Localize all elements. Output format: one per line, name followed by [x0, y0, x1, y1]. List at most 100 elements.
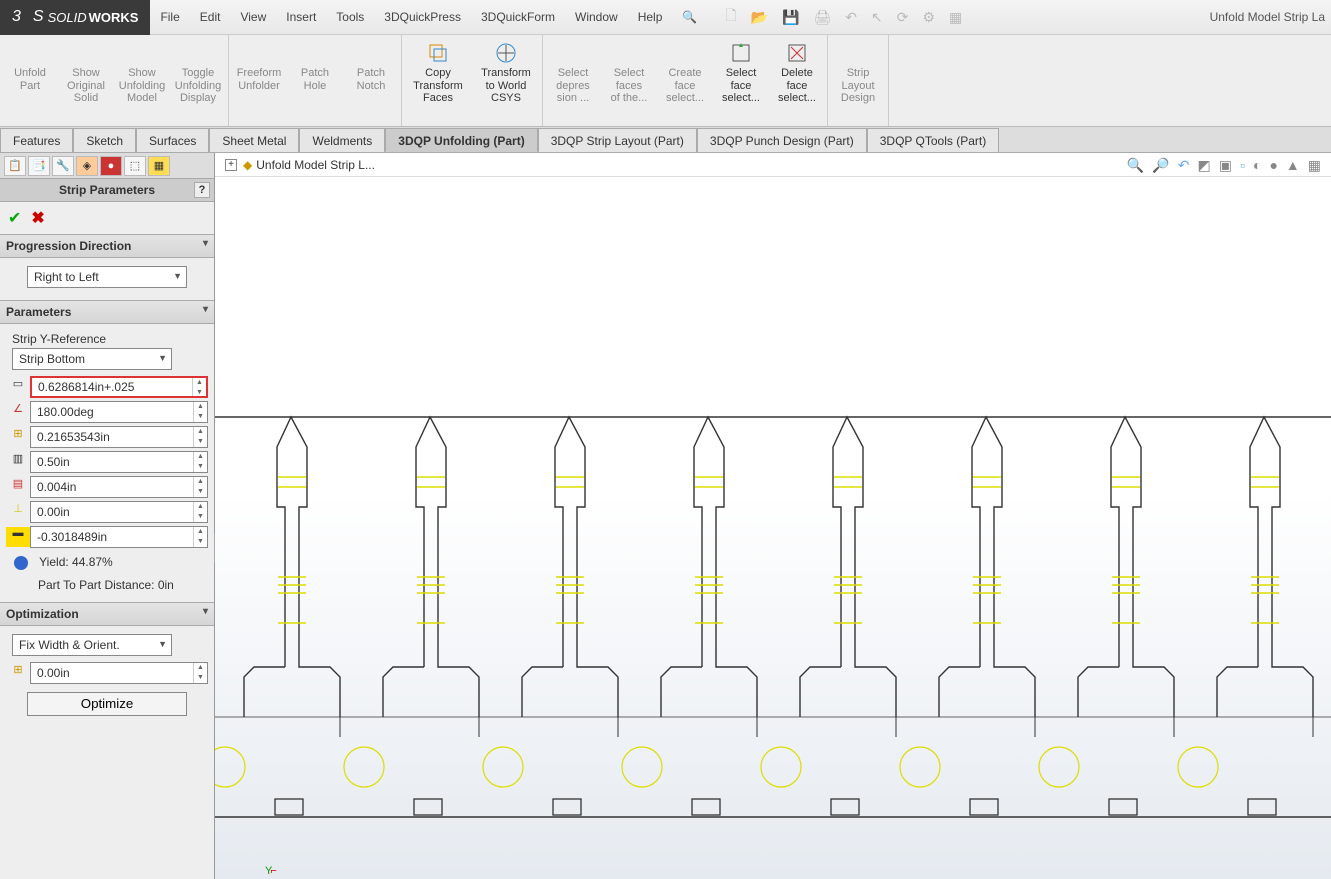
section-progression[interactable]: Progression Direction▾	[0, 234, 214, 258]
yref-combo[interactable]: Strip Bottom▼	[12, 348, 172, 370]
menu-help[interactable]: Help	[628, 0, 673, 35]
save-icon[interactable]: 💾	[782, 9, 799, 26]
rb-patch-hole[interactable]: PatchHole	[287, 37, 343, 124]
options-icon[interactable]: ⚙	[922, 9, 935, 26]
tab-3dqp-qtools[interactable]: 3DQP QTools (Part)	[867, 128, 999, 152]
rb-transform-world[interactable]: Transformto WorldCSYS	[472, 37, 540, 124]
pm-tab-feature-icon[interactable]: 📋	[4, 156, 26, 176]
ptp-label: Part To Part Distance: 0in	[6, 574, 208, 596]
param-input-1[interactable]: 180.00deg▲▼	[30, 401, 208, 423]
new-icon[interactable]: 🗋	[725, 5, 736, 29]
print-icon[interactable]: 🖨	[813, 9, 831, 26]
strip-drawing	[215, 177, 1331, 879]
zoom-area-icon[interactable]: 🔎	[1152, 157, 1169, 174]
select-icon[interactable]: ↖	[871, 9, 883, 26]
pm-tab-dim-icon[interactable]: ◈	[76, 156, 98, 176]
viewport[interactable]: + ◆ Unfold Model Strip L... 🔍 🔎 ↶ ◩ ▣ ▫ …	[215, 153, 1331, 879]
progression-direction-combo[interactable]: Right to Left▼	[27, 266, 187, 288]
tab-3dqp-unfolding[interactable]: 3DQP Unfolding (Part)	[385, 128, 537, 152]
width-icon: ⊞	[6, 427, 30, 447]
undo-icon[interactable]: ↶	[845, 9, 857, 26]
help-icon[interactable]: ?	[194, 182, 210, 198]
menu-search-icon[interactable]: 🔍	[672, 0, 707, 35]
menu-3dquickform[interactable]: 3DQuickForm	[471, 0, 565, 35]
cancel-button[interactable]: ✖	[31, 208, 44, 228]
app-logo: 3⃣S SOLIDWORKS	[0, 0, 150, 35]
strip-width-icon: ▥	[6, 452, 30, 472]
menu-insert[interactable]: Insert	[276, 0, 326, 35]
offset-icon: ▬	[6, 527, 30, 547]
menu-tools[interactable]: Tools	[326, 0, 374, 35]
param-input-5[interactable]: 0.00in▲▼	[30, 501, 208, 523]
rb-show-unfolding[interactable]: ShowUnfoldingModel	[114, 37, 170, 124]
optimize-button[interactable]: Optimize	[27, 692, 187, 716]
rb-copy-transform[interactable]: CopyTransformFaces	[404, 37, 472, 124]
hide-show-icon[interactable]: ◐	[1253, 157, 1261, 174]
menu-file[interactable]: File	[150, 0, 189, 35]
yield-label: Yield: 44.87%	[6, 551, 208, 574]
section-optimization[interactable]: Optimization▾	[0, 602, 214, 626]
param-input-4[interactable]: 0.004in▲▼	[30, 476, 208, 498]
tree-expand-icon[interactable]: +	[225, 159, 237, 171]
rb-sel-depression[interactable]: Selectdepression ...	[545, 37, 601, 124]
part-icon: ◆	[243, 158, 252, 172]
tab-weldments[interactable]: Weldments	[299, 128, 385, 152]
param-input-0[interactable]: 0.6286814in+.025▲▼	[30, 376, 208, 398]
opt-icon: ⊞	[6, 663, 30, 683]
ok-button[interactable]: ✔	[8, 208, 21, 228]
rebuild-icon[interactable]: ⟳	[897, 9, 909, 26]
pm-tab-3dqp1-icon[interactable]: ⬚	[124, 156, 146, 176]
menu-window[interactable]: Window	[565, 0, 628, 35]
gap-icon: ⊥	[6, 502, 30, 522]
param-input-2[interactable]: 0.21653543in▲▼	[30, 426, 208, 448]
rb-patch-notch[interactable]: PatchNotch	[343, 37, 399, 124]
view-orient-icon[interactable]: ▣	[1219, 157, 1232, 174]
property-manager: 📋 📑 🔧 ◈ ● ⬚ ▦ Strip Parameters ? ✔ ✖ Pro…	[0, 153, 215, 879]
pm-tab-prop-icon[interactable]: 📑	[28, 156, 50, 176]
tab-3dqp-striplayout[interactable]: 3DQP Strip Layout (Part)	[538, 128, 697, 152]
prev-view-icon[interactable]: ↶	[1178, 157, 1190, 174]
panel-title: Strip Parameters ?	[0, 179, 214, 202]
rb-strip-layout[interactable]: StripLayoutDesign	[830, 37, 886, 124]
param-input-6[interactable]: -0.3018489in▲▼	[30, 526, 208, 548]
opt-input[interactable]: 0.00in▲▼	[30, 662, 208, 684]
open-icon[interactable]: 📂	[751, 9, 768, 26]
pm-tab-config-icon[interactable]: 🔧	[52, 156, 74, 176]
rb-freeform[interactable]: FreeformUnfolder	[231, 37, 287, 124]
section-parameters[interactable]: Parameters▾	[0, 300, 214, 324]
menu-bar: File Edit View Insert Tools 3DQuickPress…	[150, 0, 707, 35]
render-icon[interactable]: ▦	[1308, 157, 1321, 174]
section-view-icon[interactable]: ◩	[1198, 157, 1211, 174]
pitch-icon: ▭	[6, 377, 30, 397]
grid-icon[interactable]: ▦	[949, 9, 962, 26]
rb-unfold-part[interactable]: UnfoldPart	[2, 37, 58, 124]
rb-create-face-sel[interactable]: Createfaceselect...	[657, 37, 713, 124]
menu-3dquickpress[interactable]: 3DQuickPress	[374, 0, 471, 35]
rb-sel-faces-of[interactable]: Selectfacesof the...	[601, 37, 657, 124]
canvas[interactable]: Y⌐	[215, 177, 1331, 879]
param-input-3[interactable]: 0.50in▲▼	[30, 451, 208, 473]
appearance-icon[interactable]: ●	[1269, 157, 1277, 174]
ok-cancel-bar: ✔ ✖	[0, 202, 214, 234]
ribbon: UnfoldPart ShowOriginalSolid ShowUnfoldi…	[0, 35, 1331, 127]
pm-tab-3dqp2-icon[interactable]: ▦	[148, 156, 170, 176]
window-title: Unfold Model Strip La	[1210, 10, 1331, 24]
menu-edit[interactable]: Edit	[190, 0, 231, 35]
tab-sheetmetal[interactable]: Sheet Metal	[209, 128, 299, 152]
rb-toggle-unfolding[interactable]: ToggleUnfoldingDisplay	[170, 37, 226, 124]
zoom-fit-icon[interactable]: 🔍	[1127, 157, 1144, 174]
scene-icon[interactable]: ▲	[1286, 157, 1300, 174]
rb-delete-face-sel[interactable]: Deletefaceselect...	[769, 37, 825, 124]
pm-tab-appear-icon[interactable]: ●	[100, 156, 122, 176]
tab-surfaces[interactable]: Surfaces	[136, 128, 209, 152]
menu-view[interactable]: View	[230, 0, 276, 35]
opt-mode-combo[interactable]: Fix Width & Orient.▼	[12, 634, 172, 656]
pm-toolbar: 📋 📑 🔧 ◈ ● ⬚ ▦	[0, 153, 214, 179]
tab-features[interactable]: Features	[0, 128, 73, 152]
rb-select-face-sel[interactable]: Selectfaceselect...	[713, 37, 769, 124]
tab-sketch[interactable]: Sketch	[73, 128, 136, 152]
tab-3dqp-punchdesign[interactable]: 3DQP Punch Design (Part)	[697, 128, 867, 152]
rb-show-original[interactable]: ShowOriginalSolid	[58, 37, 114, 124]
quick-toolbar: 🗋 📂 💾 🖨 ↶ ↖ ⟳ ⚙ ▦	[707, 5, 980, 29]
display-style-icon[interactable]: ▫	[1240, 157, 1245, 174]
